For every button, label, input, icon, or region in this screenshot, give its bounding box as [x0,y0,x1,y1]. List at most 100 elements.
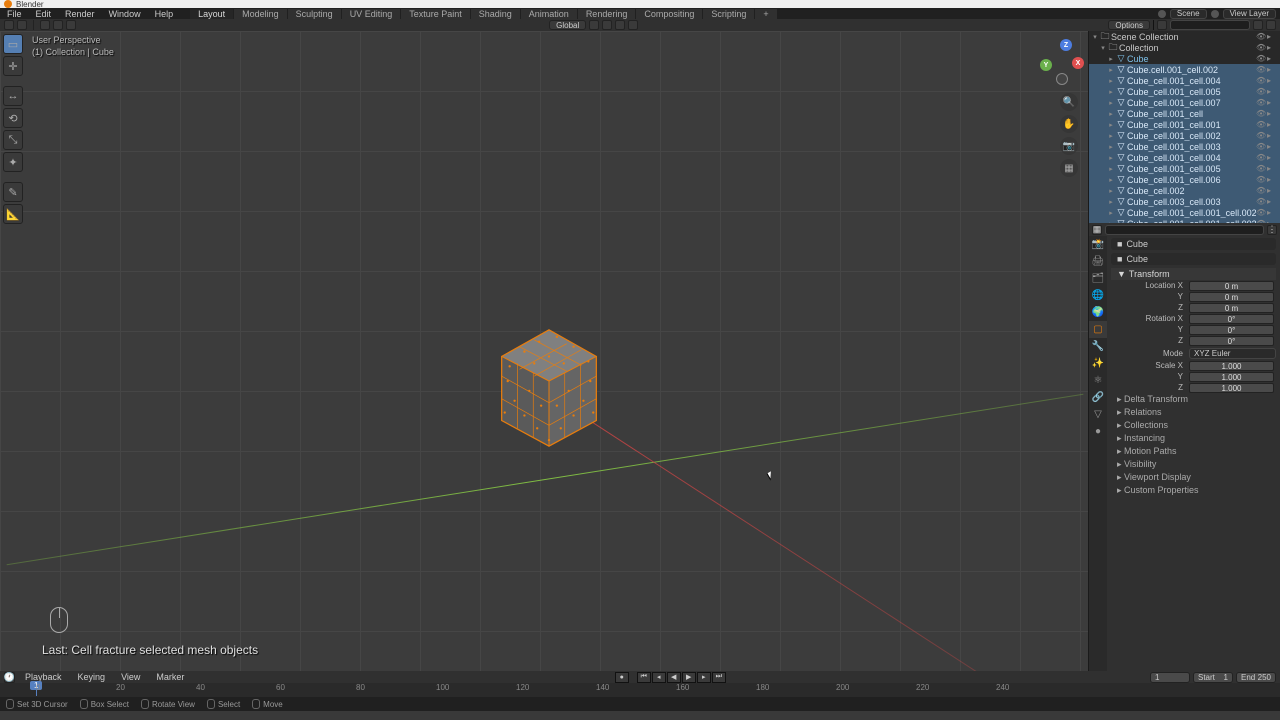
outliner-item-8[interactable]: ▸▽Cube_cell.001_cell.004👁▸ [1089,152,1280,163]
menu-file[interactable]: File [0,9,29,19]
props-options-icon[interactable]: ⋮ [1267,225,1277,235]
outliner-item-9[interactable]: ▸▽Cube_cell.001_cell.005👁▸ [1089,163,1280,174]
menu-edit[interactable]: Edit [29,9,59,19]
orientation-dropdown[interactable]: Global [549,20,586,30]
section-collections[interactable]: ▸ Collections [1111,419,1276,432]
pivot-icon[interactable] [589,20,599,30]
zoom-icon[interactable]: 🔍 [1060,93,1078,111]
keying-menu[interactable]: Keying [72,672,112,682]
tab-object-icon[interactable]: ▢ [1089,321,1107,338]
drag-select-icon[interactable] [40,20,50,30]
transform-tool-icon[interactable]: ✦ [3,152,23,172]
rotation-mode-dropdown[interactable]: XYZ Euler [1189,348,1276,359]
jump-end-icon[interactable]: ⏭ [712,672,726,683]
outliner-item-2[interactable]: ▸▽Cube_cell.001_cell.005👁▸ [1089,86,1280,97]
outliner-cube[interactable]: ▸▽Cube👁▸ [1089,53,1280,64]
drag-toggle-icon[interactable] [66,20,76,30]
props-editor-icon[interactable]: ▦ [1092,225,1102,235]
jump-start-icon[interactable]: ⏮ [637,672,651,683]
autokey-toggle-icon[interactable]: ● [615,672,629,683]
playback-menu[interactable]: Playback [19,672,68,682]
rotation-x-field[interactable]: 0° [1189,314,1274,324]
scene-field[interactable]: Scene [1170,9,1207,19]
cube-object[interactable] [490,321,608,451]
outliner-item-3[interactable]: ▸▽Cube_cell.001_cell.007👁▸ [1089,97,1280,108]
outliner-item-12[interactable]: ▸▽Cube_cell.003_cell.003👁▸ [1089,196,1280,207]
viewlayer-field[interactable]: View Layer [1223,9,1276,19]
current-frame-field[interactable]: 1 [1150,672,1190,683]
tab-add[interactable]: + [755,9,777,19]
outliner-item-7[interactable]: ▸▽Cube_cell.001_cell.003👁▸ [1089,141,1280,152]
outliner-item-10[interactable]: ▸▽Cube_cell.001_cell.006👁▸ [1089,174,1280,185]
start-frame-field[interactable]: Start 1 [1193,672,1233,683]
gizmo-neg-icon[interactable] [1056,73,1068,85]
outliner-item-6[interactable]: ▸▽Cube_cell.001_cell.002👁▸ [1089,130,1280,141]
section-visibility[interactable]: ▸ Visibility [1111,458,1276,471]
section-relations[interactable]: ▸ Relations [1111,406,1276,419]
tab-material-icon[interactable]: ● [1089,423,1107,440]
section-motion-paths[interactable]: ▸ Motion Paths [1111,445,1276,458]
annotate-tool-icon[interactable]: ✎ [3,182,23,202]
select-box-tool-icon[interactable]: ▭ [3,34,23,54]
outliner-item-1[interactable]: ▸▽Cube_cell.001_cell.004👁▸ [1089,75,1280,86]
tab-world-icon[interactable]: 🌍 [1089,304,1107,321]
move-tool-icon[interactable]: ↔ [3,86,23,106]
scale-tool-icon[interactable]: ⤡ [3,130,23,150]
outliner-filter-icon[interactable] [1157,20,1167,30]
location-x-field[interactable]: 0 m [1189,281,1274,291]
outliner-item-13[interactable]: ▸▽Cube_cell.001_cell.001_cell.002👁▸ [1089,207,1280,218]
pan-icon[interactable]: ✋ [1060,115,1078,133]
gizmo-y-icon[interactable]: Y [1040,59,1052,71]
drag-deselect-icon[interactable] [53,20,63,30]
measure-tool-icon[interactable]: 📐 [3,204,23,224]
tab-render-icon[interactable]: 📸 [1089,236,1107,253]
menu-help[interactable]: Help [148,9,181,19]
end-frame-field[interactable]: End 250 [1236,672,1276,683]
outliner-item-4[interactable]: ▸▽Cube_cell.001_cell👁▸ [1089,108,1280,119]
outliner-item-0[interactable]: ▸▽Cube.cell.001_cell.002👁▸ [1089,64,1280,75]
select-tool-icon[interactable] [17,20,27,30]
section-custom-properties[interactable]: ▸ Custom Properties [1111,484,1276,497]
tab-uv-editing[interactable]: UV Editing [342,9,402,19]
tab-scene-icon[interactable]: 🌐 [1089,287,1107,304]
prop-crumb-2[interactable]: ■ Cube [1111,253,1276,265]
play-icon[interactable]: ▶ [682,672,696,683]
marker-menu[interactable]: Marker [150,672,190,682]
outliner-item-5[interactable]: ▸▽Cube_cell.001_cell.001👁▸ [1089,119,1280,130]
tab-compositing[interactable]: Compositing [636,9,703,19]
tab-particles-icon[interactable]: ✨ [1089,355,1107,372]
timeline-track[interactable]: 020406080100120140160180200220240 [0,683,1280,697]
tab-modeling[interactable]: Modeling [234,9,288,19]
outliner-filter2-icon[interactable] [1266,20,1276,30]
snap-to-icon[interactable] [615,20,625,30]
timeline-editor-icon[interactable]: 🕐 [4,672,15,683]
keyframe-prev-icon[interactable]: ◂ [652,672,666,683]
tab-animation[interactable]: Animation [521,9,578,19]
scale-x-field[interactable]: 1.000 [1189,361,1274,371]
tab-constraints-icon[interactable]: 🔗 [1089,389,1107,406]
outliner-item-11[interactable]: ▸▽Cube_cell.002👁▸ [1089,185,1280,196]
cursor-3d-tool-icon[interactable]: ✛ [3,56,23,76]
scale-y-field[interactable]: 1.000 [1189,372,1274,382]
tab-shading[interactable]: Shading [471,9,521,19]
tab-viewlayer-icon[interactable]: 🗂 [1089,270,1107,287]
timeline-view-menu[interactable]: View [115,672,146,682]
play-reverse-icon[interactable]: ◀ [667,672,681,683]
proportional-icon[interactable] [628,20,638,30]
tab-data-icon[interactable]: ▽ [1089,406,1107,423]
tab-physics-icon[interactable]: ⚛ [1089,372,1107,389]
outliner-new-collection-icon[interactable] [1253,20,1263,30]
location-y-field[interactable]: 0 m [1189,292,1274,302]
menu-render[interactable]: Render [58,9,102,19]
tab-output-icon[interactable]: 🖨 [1089,253,1107,270]
tab-layout[interactable]: Layout [190,9,234,19]
cursor-tool-icon[interactable] [4,20,14,30]
section-viewport-display[interactable]: ▸ Viewport Display [1111,471,1276,484]
section-delta-transform[interactable]: ▸ Delta Transform [1111,393,1276,406]
outliner-search-top[interactable] [1170,20,1250,30]
properties-search[interactable] [1105,225,1264,235]
rotation-z-field[interactable]: 0° [1189,336,1274,346]
tab-modifiers-icon[interactable]: 🔧 [1089,338,1107,355]
rotate-tool-icon[interactable]: ⟲ [3,108,23,128]
gizmo-x-icon[interactable]: X [1072,57,1084,69]
